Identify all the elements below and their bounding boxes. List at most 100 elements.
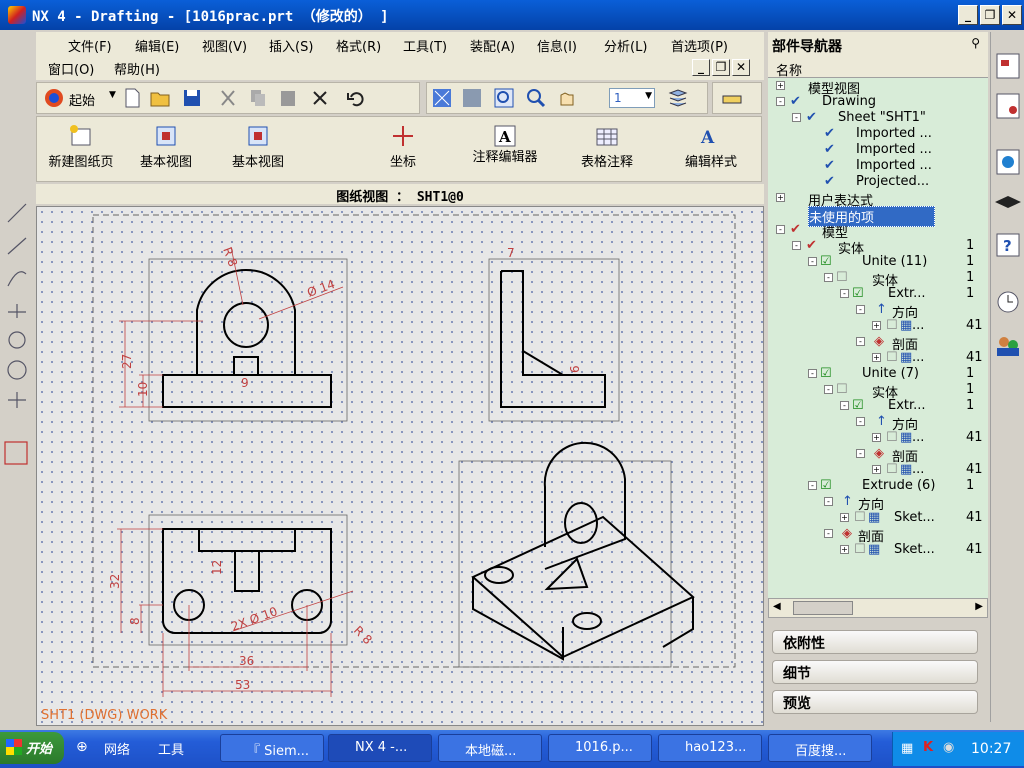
coordinate-label: 坐标 xyxy=(389,155,416,170)
scroll-left-icon[interactable]: ◀ xyxy=(773,601,781,612)
task-nx4[interactable]: NX 4 -... xyxy=(328,734,432,762)
tree-row[interactable]: + ☐ ▦ Sket... 41 xyxy=(840,510,988,526)
doc-restore-button[interactable]: ❐ xyxy=(712,59,730,76)
cut-icon[interactable] xyxy=(217,87,239,109)
magnify-icon[interactable] xyxy=(525,87,547,109)
svg-text:A: A xyxy=(700,128,715,148)
paste-icon[interactable] xyxy=(277,87,299,109)
task-local-disk[interactable]: 本地磁... xyxy=(438,734,542,762)
coordinate-button[interactable]: 坐标 xyxy=(373,123,433,170)
menu-info[interactable]: 信息(I) xyxy=(537,36,577,55)
copy-icon[interactable] xyxy=(247,87,269,109)
tree-row[interactable]: - ☑ Extrude (6) 1 xyxy=(808,478,988,494)
tree-row[interactable]: - ☑ Unite (11) 1 xyxy=(808,254,988,270)
menu-preferences[interactable]: 首选项(P) xyxy=(671,36,728,55)
iso-view xyxy=(458,441,695,668)
fit-view-icon[interactable] xyxy=(431,87,453,109)
new-file-icon[interactable] xyxy=(121,87,143,109)
save-icon[interactable] xyxy=(181,87,203,109)
navigator-scrollbar[interactable]: ◀ ▶ xyxy=(768,598,988,618)
open-folder-icon[interactable] xyxy=(149,87,171,109)
start-button[interactable]: 开始 xyxy=(0,732,64,764)
dim-36: 36 xyxy=(239,654,254,668)
task-hao123[interactable]: hao123... xyxy=(658,734,762,762)
view-label: 图纸视图 ： SHT1@0 xyxy=(336,190,464,205)
tree-row[interactable]: + ☐ ▦... 41 xyxy=(872,462,988,478)
tree-row[interactable]: - ☐ 实体 1 xyxy=(824,382,988,401)
menu-tools[interactable]: 工具(T) xyxy=(403,36,447,55)
start-menu-label[interactable]: 起始 xyxy=(69,90,95,109)
windows-flag-icon xyxy=(6,739,22,755)
menu-view[interactable]: 视图(V) xyxy=(202,36,247,55)
tree-row[interactable]: - ☑ Unite (7) 1 xyxy=(808,366,988,382)
dependencies-label: 依附性 xyxy=(783,636,825,652)
menu-analysis[interactable]: 分析(L) xyxy=(604,36,647,55)
pin-icon[interactable]: ⚲ xyxy=(971,36,980,50)
tree-row[interactable]: - ☐ 实体 1 xyxy=(824,270,988,289)
preview-section[interactable]: 预览 xyxy=(772,690,978,714)
drawing-canvas[interactable]: 27 10 R 8 Ø 14 9 7 6 32 8 12 2X Ø 10 R 8… xyxy=(36,206,764,726)
base-view-icon xyxy=(156,126,176,146)
details-label: 细节 xyxy=(783,666,811,682)
keyboard-icon[interactable]: ▦ xyxy=(901,741,913,756)
scroll-thumb[interactable] xyxy=(793,601,853,615)
ruler-icon[interactable] xyxy=(721,88,743,110)
zoom-window-icon[interactable] xyxy=(461,87,483,109)
note-editor-button[interactable]: A 注释编辑器 xyxy=(467,123,543,165)
tree-row[interactable]: + ☐ ▦... 41 xyxy=(872,350,988,366)
pan-icon[interactable] xyxy=(555,87,577,109)
dim-12: 12 xyxy=(210,560,224,575)
doc-minimize-button[interactable]: _ xyxy=(692,59,710,76)
column-name[interactable]: 名称 xyxy=(776,60,802,79)
menu-assembly[interactable]: 装配(A) xyxy=(470,36,515,55)
scroll-right-icon[interactable]: ▶ xyxy=(975,601,983,612)
zoom-icon[interactable] xyxy=(493,87,515,109)
network-quick-icon[interactable]: ⊕ xyxy=(76,739,88,755)
undo-icon[interactable] xyxy=(345,87,367,109)
new-sheet-button[interactable]: 新建图纸页 xyxy=(45,123,117,170)
menu-insert[interactable]: 插入(S) xyxy=(269,36,313,55)
front-view-rib xyxy=(233,356,259,376)
menu-window[interactable]: 窗口(O) xyxy=(48,59,94,78)
minimize-button[interactable]: _ xyxy=(958,5,978,25)
layer-settings-icon[interactable] xyxy=(667,87,689,109)
edit-style-button[interactable]: A 编辑样式 xyxy=(673,123,749,170)
base-view-button[interactable]: 基本视图 xyxy=(131,123,201,170)
close-button[interactable]: ✕ xyxy=(1002,5,1022,25)
task-siemens[interactable]: 『 Siem... xyxy=(220,734,324,762)
history-icon xyxy=(997,291,1019,313)
task-baidu[interactable]: 百度搜... xyxy=(768,734,872,762)
taskbar: 开始 ⊕ 网络 工具 『 Siem... NX 4 -... 本地磁... 10… xyxy=(0,730,1024,768)
base-view-button-2[interactable]: 基本视图 xyxy=(223,123,293,170)
dim-r8: R 8 xyxy=(220,245,240,268)
dependencies-section[interactable]: 依附性 xyxy=(772,630,978,654)
tree-row[interactable]: + ☐ ▦... 41 xyxy=(872,430,988,446)
menu-format[interactable]: 格式(R) xyxy=(336,36,381,55)
layer-select[interactable]: 1 ▼ xyxy=(609,88,655,108)
tree-row[interactable]: + ☐ ▦ Sket... 41 xyxy=(840,542,988,558)
side-view-border xyxy=(488,258,620,422)
menu-edit[interactable]: 编辑(E) xyxy=(135,36,179,55)
menu-file[interactable]: 文件(F) xyxy=(68,36,112,55)
nx-app-icon xyxy=(8,6,26,24)
circle-tool-icon-2 xyxy=(7,360,27,380)
details-section[interactable]: 细节 xyxy=(772,660,978,684)
volume-icon[interactable]: ◉ xyxy=(943,740,954,755)
tree-row[interactable]: - ✔ 实体 1 xyxy=(792,238,988,257)
table-note-button[interactable]: 表格注释 xyxy=(569,123,645,170)
tree-row[interactable]: - ☑ Extr... 1 xyxy=(840,286,988,302)
quick-network[interactable]: 网络 xyxy=(104,739,130,758)
tree-row[interactable]: - ☑ Extr... 1 xyxy=(840,398,988,414)
start-label: 开始 xyxy=(26,742,53,757)
antivirus-icon[interactable]: K xyxy=(923,740,933,755)
restore-button[interactable]: ❐ xyxy=(980,5,1000,25)
quick-tools[interactable]: 工具 xyxy=(158,739,184,758)
menu-help[interactable]: 帮助(H) xyxy=(114,59,160,78)
tree-row[interactable]: + ☐ ▦... 41 xyxy=(872,318,988,334)
chevron-down-icon[interactable]: ▼ xyxy=(109,90,116,100)
doc-close-button[interactable]: ✕ xyxy=(732,59,750,76)
note-editor-label: 注释编辑器 xyxy=(472,150,538,165)
delete-icon[interactable] xyxy=(309,87,331,109)
task-1016[interactable]: 1016.p... xyxy=(548,734,652,762)
resource-bar: ? xyxy=(990,32,1024,722)
